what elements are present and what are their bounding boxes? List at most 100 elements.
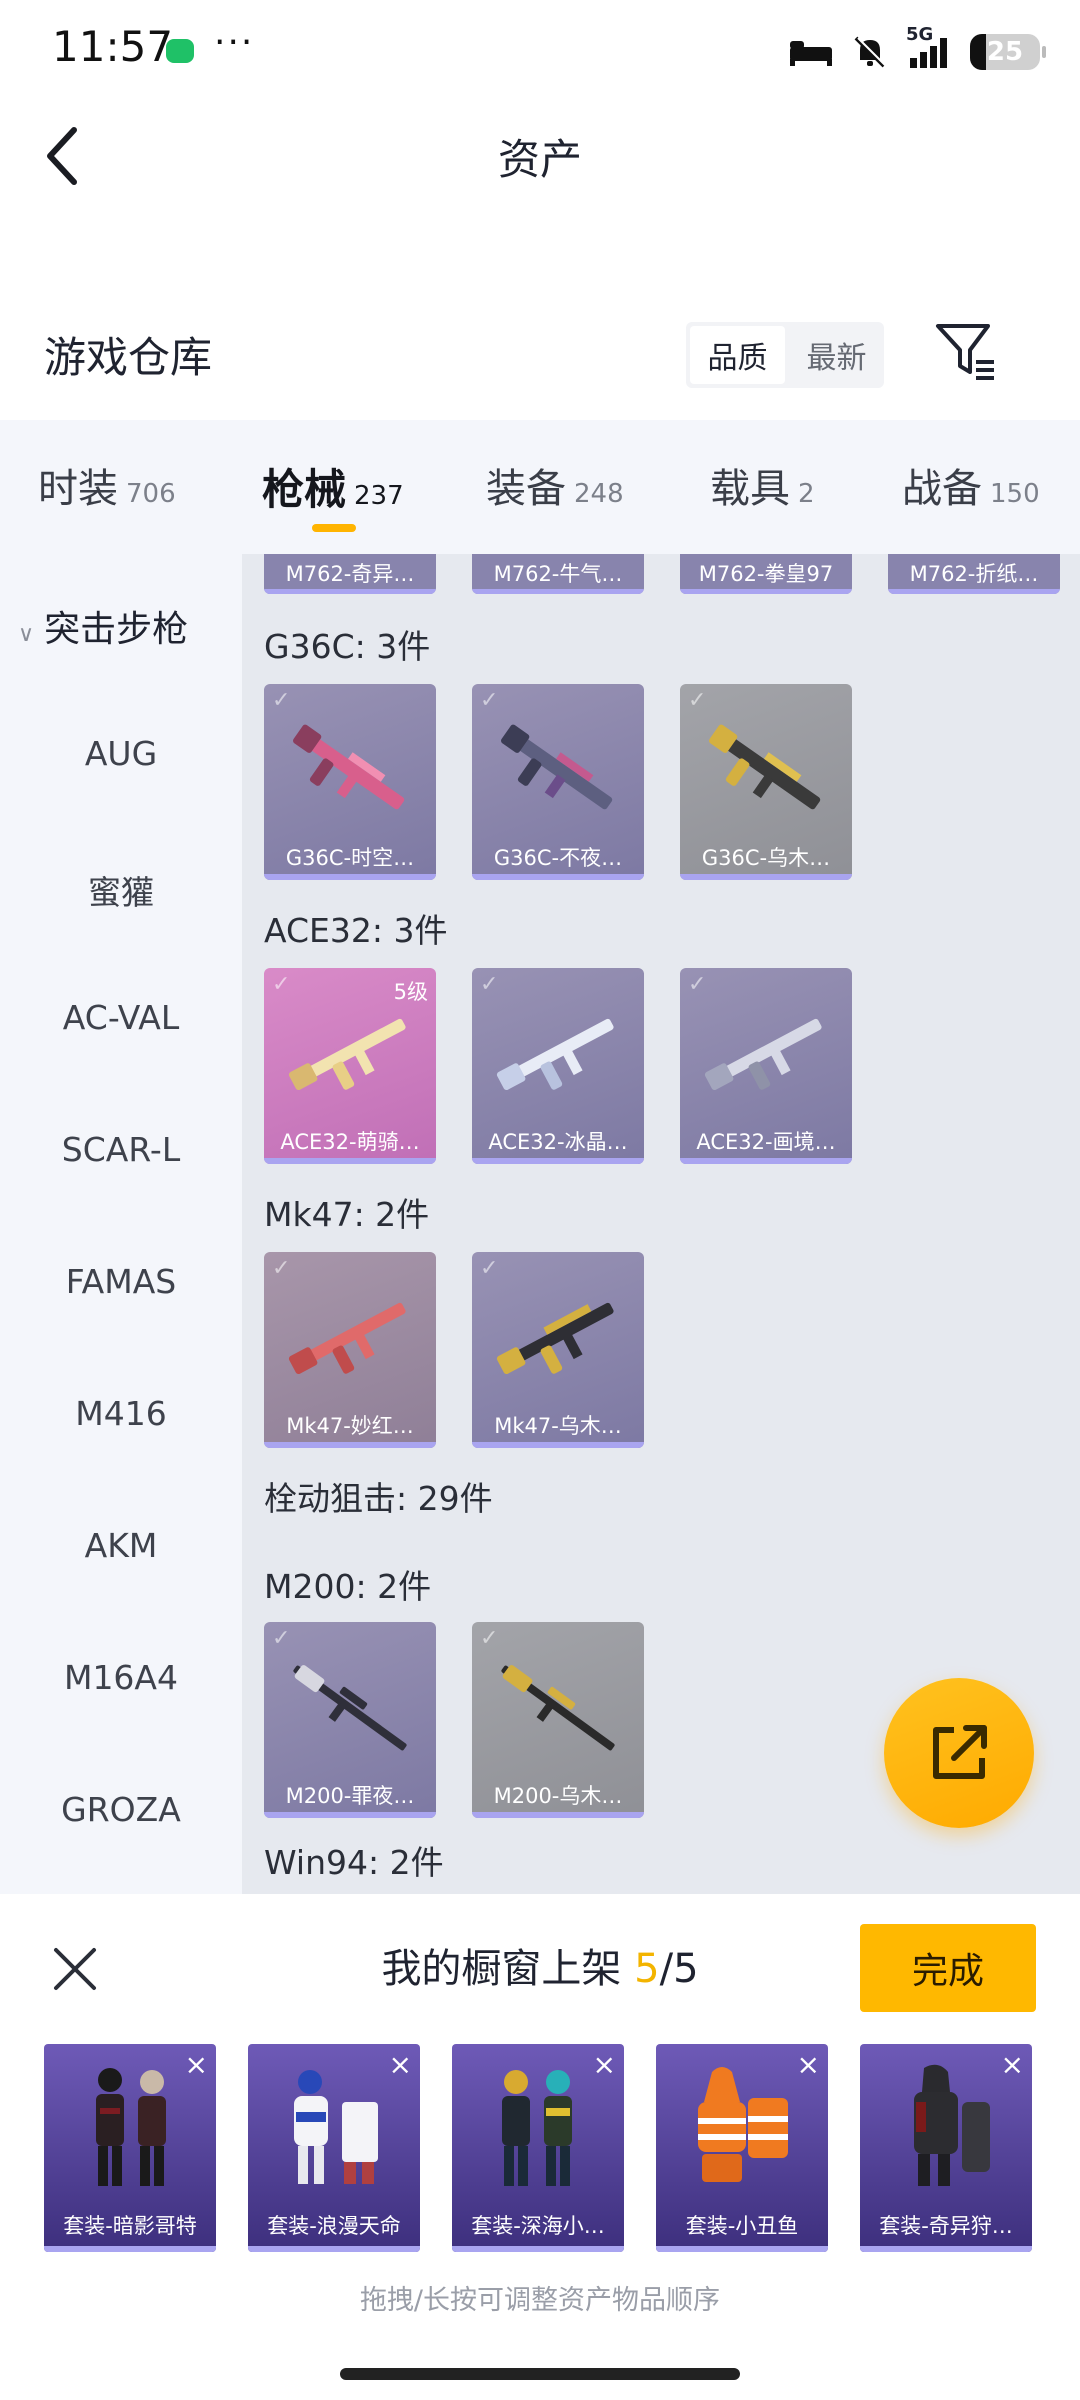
group-title: ACE32: 3件 [264,911,448,950]
sidebar-item-groza[interactable]: GROZA [0,1790,242,1829]
tab-count: 150 [990,479,1040,509]
showcase-count-total: /5 [659,1946,699,1992]
weapon-card[interactable]: ✓ ACE32-冰晶… [472,968,644,1164]
status-bar: 11:57 ··· 5G 25 [0,0,1080,100]
sort-toggle: 品质 最新 [686,322,884,388]
active-tab-indicator [312,524,356,532]
weapon-card-name: ACE32-冰晶… [488,1130,628,1154]
reorder-hint: 拖拽/长按可调整资产物品顺序 [359,2285,721,2316]
weapon-card[interactable]: M762-拳皇97 [680,554,852,594]
category-tabs: 时装 706 枪械 237 装备 248 载具 2 战备 150 [0,420,1080,554]
sort-quality-button[interactable]: 品质 [690,326,785,384]
status-time: 11:57 [52,22,174,71]
tab-label: 装备 [486,466,566,512]
outfit-icon [502,2070,572,2186]
showcase-panel: 我的橱窗上架 5/5 完成 × 套装-暗影哥特 × 套装-浪漫天命 × 套装-深… [0,1894,1080,2400]
more-notifications-icon: ··· [214,22,255,63]
weapon-card[interactable]: ✓ 5级 ACE32-萌骑… [264,968,436,1164]
tab-label: 枪械 [262,465,347,514]
weapon-card[interactable]: M762-折纸… [888,554,1060,594]
group-title: Mk47: 2件 [264,1195,430,1234]
rifle-icon [501,724,613,810]
outfit-icon [914,2064,990,2186]
share-button[interactable] [884,1678,1034,1828]
weapon-card[interactable]: ✓ G36C-不夜… [472,684,644,880]
sidebar-item-akm[interactable]: AKM [0,1526,242,1565]
sidebar-category[interactable]: ∨ 突击步枪 [18,600,188,652]
weapon-card-name: ACE32-画境… [696,1130,836,1154]
weapon-card[interactable]: ✓ G36C-时空… [264,684,436,880]
rifle-icon [496,1302,614,1375]
showcase-item[interactable]: × 套装-深海小… [452,2044,624,2252]
sniper-rifle-icon [501,1665,615,1751]
sidebar-item-honey-badger[interactable]: 蜜獾 [0,866,242,914]
tab-equipment[interactable]: 装备 248 [486,456,624,514]
weapon-card-name: M200-罪夜… [285,1784,415,1808]
weapon-card[interactable]: ✓ G36C-乌木… [680,684,852,880]
filter-icon[interactable] [934,320,996,382]
weapon-card[interactable]: ✓ Mk47-妙红… [264,1252,436,1448]
sidebar-category-label: 突击步枪 [44,609,189,650]
battery-level: 25 [986,37,1024,67]
showcase-item-name: 套装-小丑鱼 [685,2214,799,2238]
weapon-card-name: M762-奇异… [285,562,415,586]
showcase-item-name: 套装-暗影哥特 [63,2214,197,2238]
weapon-card-name: G36C-时空… [285,846,415,870]
share-icon [933,1725,987,1779]
sidebar-item-scar-l[interactable]: SCAR-L [0,1130,242,1169]
mute-icon [854,36,887,68]
tab-count: 706 [126,479,176,509]
outfit-icon [698,2067,788,2182]
tab-label: 时装 [38,466,118,512]
showcase-item[interactable]: × 套装-奇异狩… [860,2044,1032,2252]
sniper-rifle-icon [293,1665,407,1751]
showcase-item-name: 套装-奇异狩… [879,2214,1013,2238]
weapon-card[interactable]: M762-奇异… [264,554,436,594]
group-title: Win94: 2件 [264,1843,444,1882]
sort-newest-button[interactable]: 最新 [789,322,884,388]
network-label: 5G [906,24,934,45]
tab-count: 237 [354,481,404,511]
tab-vehicles[interactable]: 载具 2 [710,456,815,514]
tab-tactical[interactable]: 战备 150 [902,456,1040,514]
sidebar-item-aug[interactable]: AUG [0,734,242,773]
tab-fashion[interactable]: 时装 706 [38,456,176,514]
showcase-item[interactable]: × 套装-浪漫天命 [248,2044,420,2252]
bed-icon [790,41,832,66]
group-title: G36C: 3件 [264,627,431,666]
rifle-icon [288,1302,406,1375]
showcase-item[interactable]: × 套装-小丑鱼 [656,2044,828,2252]
sidebar-item-m416[interactable]: M416 [0,1394,242,1433]
tab-count: 2 [798,479,815,509]
weapon-card-name: M762-拳皇97 [698,562,834,586]
page-title: 资产 [497,135,582,184]
showcase-item-name: 套装-浪漫天命 [267,2214,401,2238]
weapon-card[interactable]: ✓ M200-乌木… [472,1622,644,1818]
showcase-title-text: 我的橱窗上架 [381,1946,635,1992]
tab-label: 载具 [710,466,790,512]
tab-firearms[interactable]: 枪械 237 [262,456,404,517]
sidebar-item-m16a4[interactable]: M16A4 [0,1658,242,1697]
weapon-card[interactable]: ✓ M200-罪夜… [264,1622,436,1818]
outfit-icon [96,2068,166,2186]
sidebar-item-ac-val[interactable]: AC-VAL [0,998,242,1037]
weapon-card[interactable]: ✓ ACE32-画境… [680,968,852,1164]
done-button[interactable]: 完成 [860,1924,1036,2012]
battery-icon: 25 [970,34,1046,70]
sidebar-item-famas[interactable]: FAMAS [0,1262,242,1301]
weapon-card-name: G36C-乌木… [701,846,831,870]
weapon-card-name: Mk47-乌木… [494,1414,622,1438]
home-indicator[interactable] [340,2368,740,2380]
weapon-card[interactable]: M762-牛气… [472,554,644,594]
group-title: 栓动狙击: 29件 [264,1479,493,1518]
weapon-type-sidebar: ∨ 突击步枪 AUG 蜜獾 AC-VAL SCAR-L FAMAS M416 AK… [0,554,242,1894]
showcase-item[interactable]: × 套装-暗影哥特 [44,2044,216,2252]
weapon-card[interactable]: ✓ Mk47-乌木… [472,1252,644,1448]
rifle-icon [496,1018,614,1091]
tab-label: 战备 [902,466,982,512]
showcase-count-current: 5 [634,1946,660,1992]
weapon-card-name: ACE32-萌骑… [280,1130,420,1154]
warehouse-title: 游戏仓库 [44,333,213,382]
weapon-card-name: M762-牛气… [493,562,623,586]
weapon-card-name: Mk47-妙红… [286,1414,414,1438]
